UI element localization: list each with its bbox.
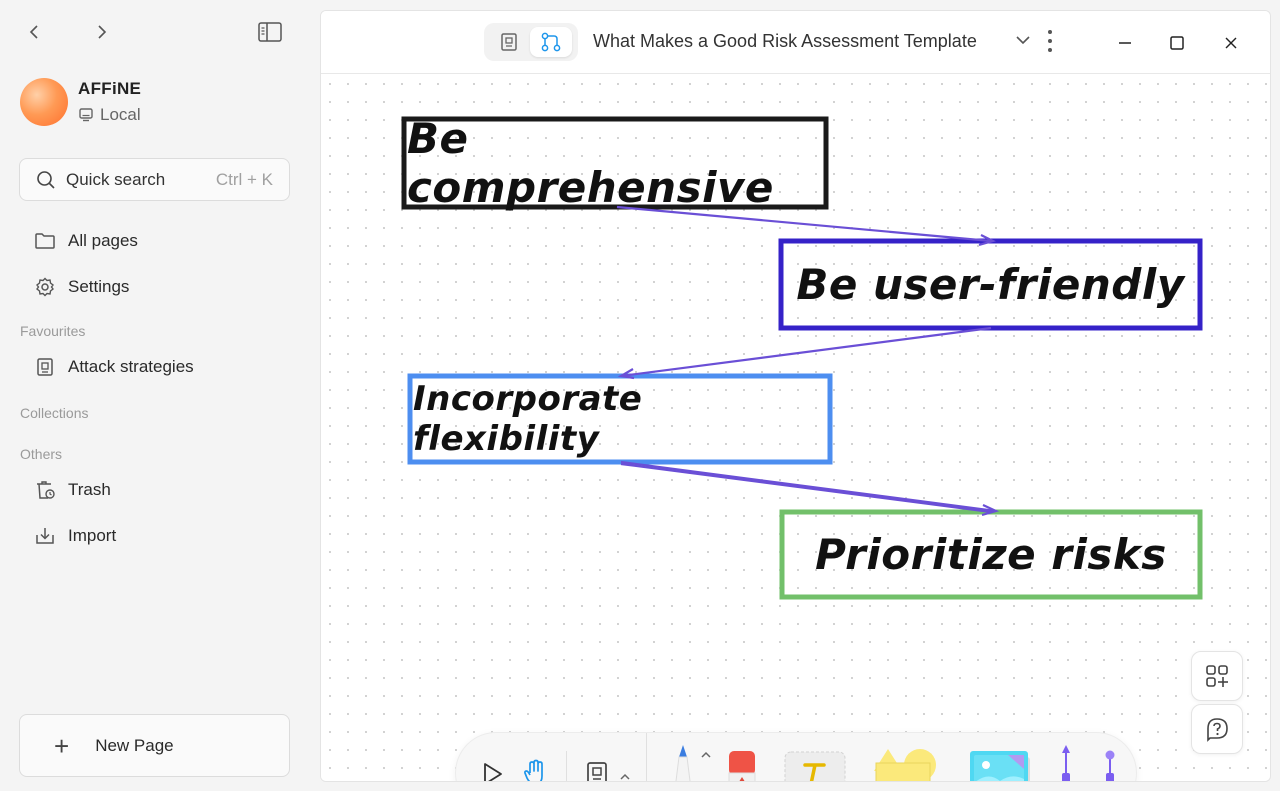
plus-icon: +	[54, 730, 70, 761]
page-mode-icon	[501, 33, 517, 51]
chevron-up-icon[interactable]	[619, 769, 631, 781]
header-bar: What Makes a Good Risk Assessment Templa…	[321, 11, 1270, 74]
note-icon[interactable]	[584, 761, 610, 781]
forward-arrow-icon[interactable]	[90, 20, 114, 44]
shape-icon[interactable]	[874, 745, 940, 781]
connector-icon[interactable]	[1060, 743, 1118, 781]
workspace-storage: Local	[100, 105, 141, 124]
connector-3	[620, 460, 997, 513]
text-icon[interactable]	[784, 751, 846, 781]
note-prioritize-risks[interactable]: Prioritize risks	[785, 515, 1197, 594]
note-incorporate-flexibility[interactable]: Incorporate flexibility	[413, 379, 827, 459]
sidebar-item-settings[interactable]: Settings	[34, 272, 129, 302]
quick-search[interactable]: Quick search Ctrl + K	[19, 158, 290, 201]
hand-icon[interactable]	[522, 759, 548, 781]
note-be-user-friendly[interactable]: Be user-friendly	[784, 244, 1197, 325]
pen-icon[interactable]	[668, 743, 698, 781]
help-button[interactable]	[1191, 704, 1243, 754]
edgeless-mode-button[interactable]	[530, 27, 572, 57]
sidebar-item-import[interactable]: Import	[34, 521, 116, 551]
connector-2	[620, 326, 992, 378]
maximize-icon[interactable]	[1165, 31, 1189, 55]
section-collections: Collections	[20, 405, 89, 421]
edgeless-toolbar	[455, 732, 1137, 781]
pointer-icon[interactable]	[480, 761, 506, 781]
minimize-icon[interactable]	[1113, 31, 1137, 55]
search-icon	[37, 170, 55, 189]
sidebar-item-label: All pages	[68, 231, 138, 250]
workspace-name: AFFiNE	[78, 79, 142, 98]
import-icon	[36, 528, 54, 544]
new-page-label: New Page	[95, 735, 174, 755]
back-arrow-icon[interactable]	[22, 20, 46, 44]
connector-1	[616, 205, 992, 243]
more-vertical-icon[interactable]	[1047, 29, 1053, 58]
page-mode-button[interactable]	[488, 27, 530, 57]
sidebar-toggle-icon[interactable]	[258, 22, 282, 42]
sidebar-item-trash[interactable]: Trash	[34, 475, 111, 505]
sidebar: AFFiNE Local Quick search Ctrl + K All p…	[0, 0, 310, 791]
document-title[interactable]: What Makes a Good Risk Assessment Templa…	[593, 31, 977, 52]
apps-grid-button[interactable]	[1191, 651, 1243, 701]
close-icon[interactable]	[1219, 31, 1243, 55]
edgeless-mode-icon	[541, 32, 561, 52]
workspace-card[interactable]: AFFiNE Local	[20, 78, 141, 126]
sidebar-item-label: Import	[68, 526, 117, 545]
main-panel: What Makes a Good Risk Assessment Templa…	[320, 10, 1271, 782]
help-icon	[1207, 718, 1228, 742]
pen-options-chevron-icon[interactable]	[700, 747, 712, 765]
trash-icon	[37, 481, 55, 499]
sidebar-item-attack-strategies[interactable]: Attack strategies	[34, 352, 194, 382]
folder-icon	[35, 233, 55, 249]
quick-search-label: Quick search	[66, 169, 166, 189]
connector-3b	[620, 462, 992, 514]
section-favourites: Favourites	[20, 323, 86, 339]
gear-icon	[36, 277, 54, 297]
edgeless-canvas[interactable]: Be comprehensive Be user-friendly Incorp…	[321, 75, 1270, 781]
mode-switch[interactable]	[484, 23, 578, 61]
workspace-avatar	[20, 78, 68, 126]
sidebar-item-all-pages[interactable]: All pages	[34, 226, 138, 256]
page-icon	[37, 358, 53, 376]
sidebar-item-label: Trash	[68, 480, 111, 499]
sidebar-item-label: Attack strategies	[68, 357, 194, 376]
local-storage-icon	[79, 108, 93, 122]
grid-add-icon	[1206, 665, 1228, 687]
sidebar-item-label: Settings	[68, 277, 130, 296]
chevron-down-icon[interactable]	[1015, 33, 1031, 51]
eraser-icon[interactable]	[726, 749, 758, 781]
section-others: Others	[20, 446, 63, 462]
note-be-comprehensive[interactable]: Be comprehensive	[407, 114, 823, 212]
quick-search-shortcut: Ctrl + K	[215, 169, 273, 189]
new-page-button[interactable]: + New Page	[19, 714, 290, 777]
image-icon[interactable]	[968, 749, 1034, 781]
